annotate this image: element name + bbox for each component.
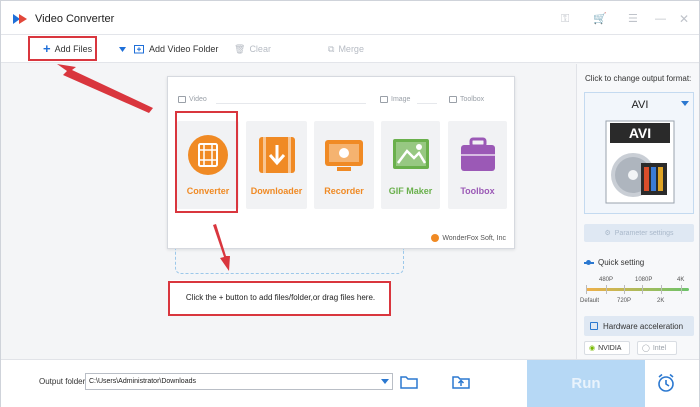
intel-label: Intel	[652, 344, 667, 352]
chevron-down-icon	[681, 101, 689, 106]
add-files-button[interactable]: + Add Files	[43, 35, 92, 63]
res-1080p: 1080P	[635, 277, 653, 283]
output-format-caption: Click to change output format:	[585, 74, 692, 83]
toolbox-label: Toolbox	[460, 186, 495, 196]
alarm-clock-icon[interactable]	[655, 372, 677, 394]
slider-tick	[681, 285, 682, 294]
parameter-settings-label: Parameter settings	[614, 229, 674, 237]
section-video-label: Video	[189, 96, 207, 103]
gif-maker-icon	[392, 139, 429, 169]
output-folder-label: Output folder:	[39, 377, 88, 386]
converter-tile[interactable]: Converter	[177, 121, 239, 209]
section-image-label: Image	[391, 96, 411, 103]
res-default: Default	[580, 298, 600, 304]
output-panel: Click to change output format: AVI AVI ⚙…	[576, 64, 699, 359]
res-480p: 480P	[599, 277, 614, 283]
drop-zone-outline	[175, 249, 404, 274]
recorder-tile[interactable]: Recorder	[314, 121, 374, 209]
close-icon[interactable]: ✕	[679, 13, 689, 25]
output-location-icon[interactable]	[452, 374, 470, 389]
res-4k: 4K	[677, 277, 685, 283]
quality-slider[interactable]	[586, 288, 689, 291]
add-video-folder-button[interactable]: Add Video Folder	[119, 35, 218, 63]
slider-tick	[606, 285, 607, 294]
quick-setting-text: Quick setting	[598, 258, 645, 267]
app-window: Video Converter ⚿ 🛒 ☰ — ✕ + Add Files Ad…	[0, 0, 700, 407]
res-720p: 720P	[617, 298, 632, 304]
drop-instruction: Click the + button to add files/folder,o…	[170, 280, 391, 314]
wonderfox-logo-icon	[431, 234, 440, 242]
toolbox-icon	[460, 137, 495, 171]
plus-icon: +	[43, 41, 51, 56]
slider-tick	[642, 285, 643, 294]
toolbox-tile[interactable]: Toolbox	[448, 121, 507, 209]
open-folder-icon[interactable]	[400, 374, 418, 389]
recorder-icon	[325, 140, 363, 171]
nvidia-badge[interactable]: ◉ NVIDIA	[584, 341, 630, 355]
image-section-icon	[380, 96, 388, 103]
toolbox-section-icon	[449, 96, 457, 103]
feature-card: Video Image Toolbox Converter Downloader…	[167, 76, 515, 249]
app-logo-icon	[13, 14, 27, 24]
menu-icon[interactable]: ☰	[628, 14, 638, 25]
clear-button[interactable]: 🗑 Clear	[234, 35, 271, 63]
window-title: Video Converter	[35, 13, 115, 25]
settings-icon: ⚙	[604, 230, 611, 237]
output-format-name: AVI	[631, 99, 649, 111]
run-button[interactable]: Run	[527, 360, 645, 407]
merge-label: Merge	[338, 44, 364, 54]
output-format-selector[interactable]: AVI AVI	[584, 92, 694, 214]
nvidia-logo-icon: ◉	[589, 345, 596, 352]
nvidia-label: NVIDIA	[598, 344, 622, 352]
merge-icon: ⧉	[328, 43, 335, 54]
output-folder-field[interactable]: C:\Users\Administrator\Downloads	[85, 373, 393, 390]
add-video-folder-label: Add Video Folder	[149, 44, 219, 54]
folder-add-icon	[134, 45, 144, 54]
company-name: WonderFox Soft, Inc	[442, 234, 506, 242]
divider	[417, 103, 437, 104]
slider-icon	[584, 259, 594, 265]
add-files-label: Add Files	[54, 44, 93, 54]
quick-setting-label: Quick setting	[584, 258, 644, 267]
divider	[216, 103, 366, 104]
chip-icon	[590, 322, 598, 330]
intel-logo-icon: ◯	[642, 345, 650, 352]
section-toolbox-label: Toolbox	[460, 96, 485, 103]
company-footer: WonderFox Soft, Inc	[431, 234, 506, 242]
title-bar: Video Converter ⚿ 🛒 ☰ — ✕	[1, 1, 699, 35]
clear-label: Clear	[249, 44, 271, 54]
chevron-down-icon[interactable]	[119, 46, 126, 52]
video-section-icon	[178, 96, 186, 103]
section-video: Video	[178, 96, 207, 103]
section-image: Image	[380, 96, 410, 103]
section-toolbox: Toolbox	[449, 96, 484, 103]
bottom-bar: Output folder: C:\Users\Administrator\Do…	[1, 359, 699, 407]
avi-file-icon: AVI	[605, 120, 675, 204]
hardware-acceleration-label: Hardware acceleration	[603, 321, 684, 331]
key-icon[interactable]: ⚿	[561, 14, 569, 25]
intel-badge[interactable]: ◯ Intel	[637, 341, 677, 355]
recorder-label: Recorder	[324, 186, 364, 196]
slider-tick	[586, 285, 587, 294]
gif-maker-label: GIF Maker	[388, 186, 433, 196]
slider-tick	[624, 285, 625, 294]
downloader-icon	[258, 137, 295, 173]
chevron-down-icon[interactable]	[381, 379, 389, 384]
minimize-icon[interactable]: —	[655, 14, 666, 25]
converter-icon	[188, 135, 228, 175]
parameter-settings-button[interactable]: ⚙ Parameter settings	[584, 224, 694, 242]
toolbar: + Add Files Add Video Folder 🗑 Clear ⧉ M…	[1, 35, 699, 63]
avi-art-text: AVI	[629, 125, 651, 141]
converter-label: Converter	[186, 186, 230, 196]
downloader-label: Downloader	[250, 186, 303, 196]
cart-icon[interactable]: 🛒	[593, 14, 607, 25]
merge-button[interactable]: ⧉ Merge	[328, 35, 364, 63]
hardware-acceleration-button[interactable]: Hardware acceleration	[584, 316, 694, 336]
trash-icon: 🗑	[234, 43, 246, 54]
downloader-tile[interactable]: Downloader	[246, 121, 307, 209]
gif-maker-tile[interactable]: GIF Maker	[381, 121, 440, 209]
slider-tick	[661, 285, 662, 294]
res-2k: 2K	[657, 298, 665, 304]
output-folder-path: C:\Users\Administrator\Downloads	[89, 378, 196, 385]
